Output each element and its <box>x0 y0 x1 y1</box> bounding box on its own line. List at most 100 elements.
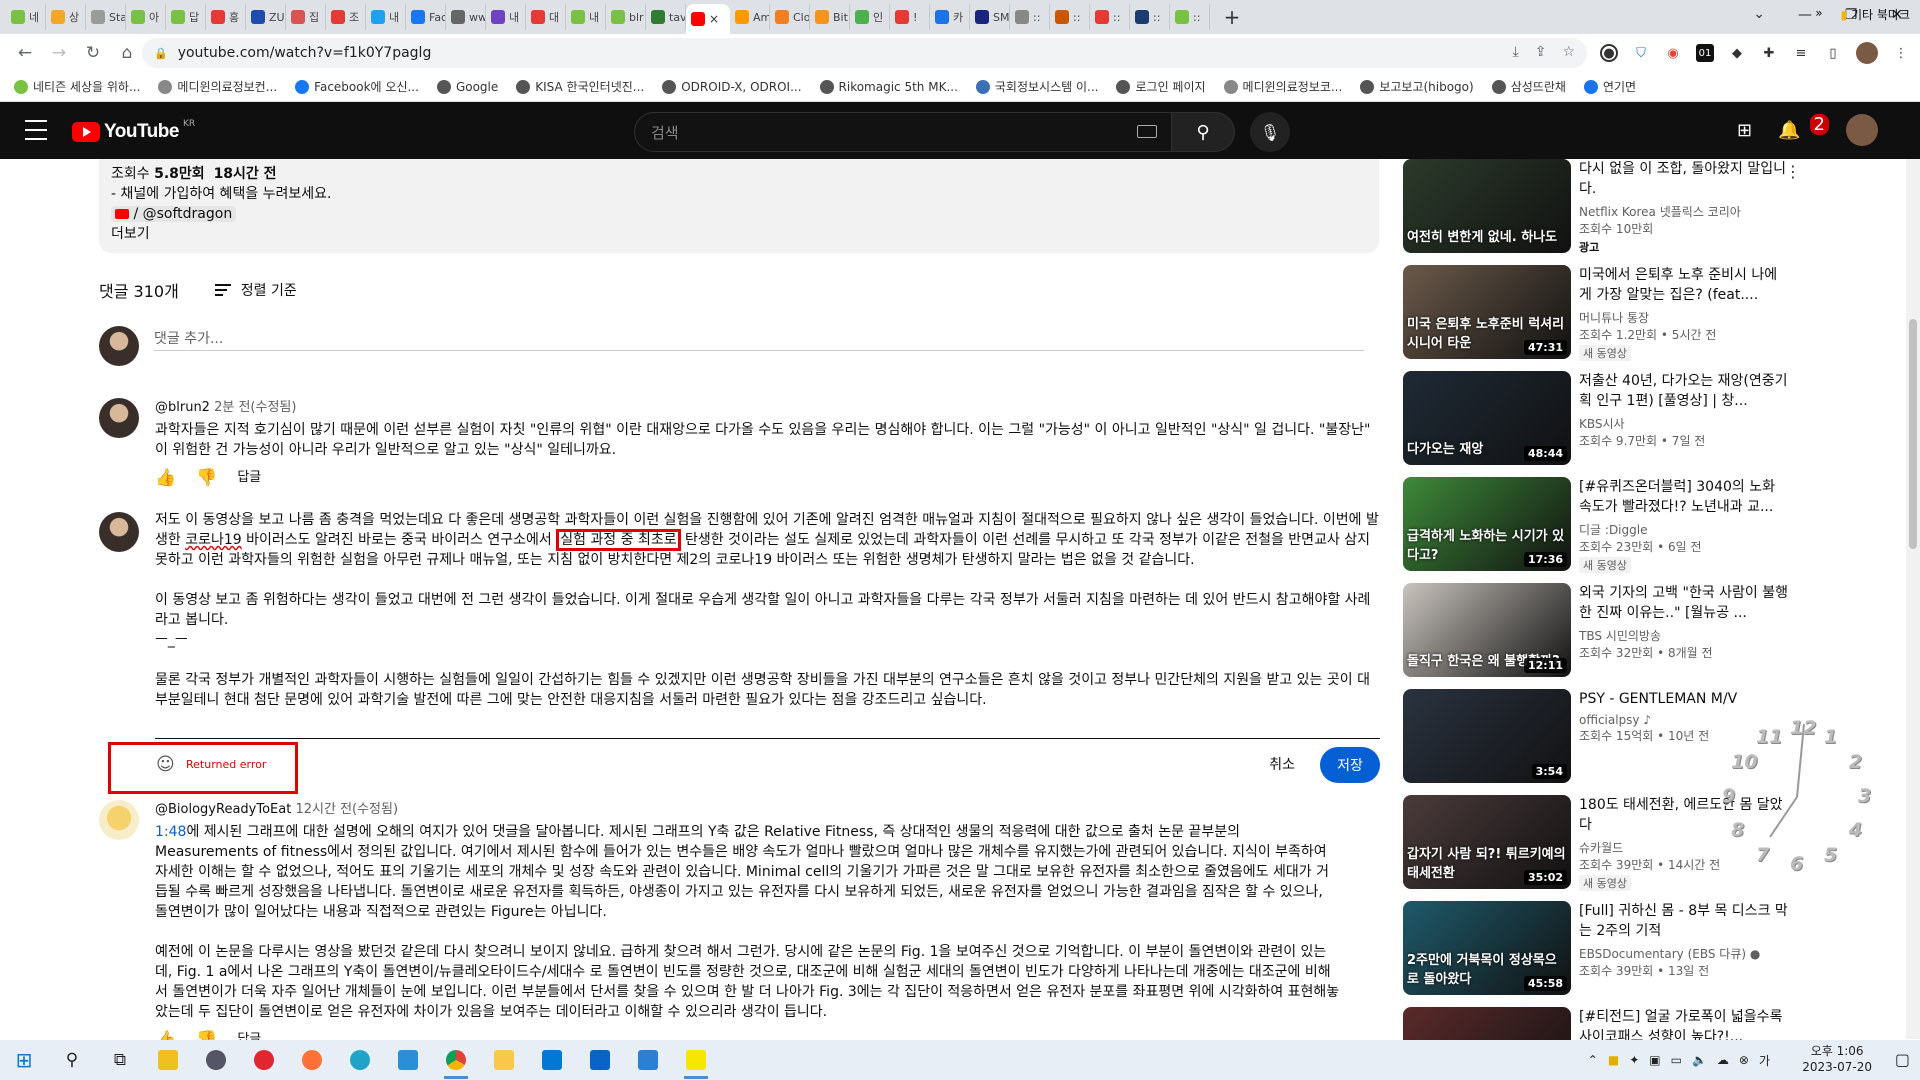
browser-tab[interactable]: tav <box>646 4 686 30</box>
browser-tab[interactable]: blr <box>606 4 646 30</box>
edge-icon[interactable] <box>336 1040 384 1080</box>
comment-time[interactable]: 12시간 전(수정됨) <box>295 802 398 817</box>
video-thumbnail[interactable]: 급격하게 노화하는 시기가 있다고? 17:36 <box>1403 477 1571 571</box>
chrome-icon[interactable] <box>432 1040 480 1080</box>
comment-time[interactable]: 2분 전(수정됨) <box>214 400 296 415</box>
video-thumbnail[interactable]: 3:54 <box>1403 689 1571 783</box>
extension-icon[interactable]: ◆ <box>1728 44 1746 62</box>
bookmark-item[interactable]: 국회정보시스템 이... <box>975 78 1098 95</box>
bookmark-item[interactable]: 보고보고(hibogo) <box>1360 78 1474 95</box>
comment-author-avatar[interactable] <box>99 398 139 438</box>
bookmark-item[interactable]: 네티즌 세상을 위하... <box>14 78 140 95</box>
mail-icon[interactable] <box>624 1040 672 1080</box>
related-video[interactable]: 돌직구 한국은 왜 불행할까? 12:11 외국 기자의 고백 "한국 사람이 불행… <box>1403 583 1803 679</box>
bookmark-item[interactable]: KISA 한국인터넷진... <box>516 78 644 95</box>
sort-button[interactable]: 정렬 기준 <box>214 280 297 300</box>
browser-tab[interactable]: 조 <box>326 4 366 30</box>
tray-app-icon[interactable]: ⊗ <box>1739 1053 1749 1067</box>
tray-app-icon[interactable]: ▣ <box>1649 1053 1660 1067</box>
puzzle-icon[interactable]: ✚ <box>1760 44 1778 62</box>
comment-author[interactable]: @blrun2 <box>155 400 210 415</box>
video-description[interactable]: 조회수 5.8만회 18시간 전 - 채널에 가입하여 혜택을 누려보세요. /… <box>99 159 1379 253</box>
extension-icon[interactable]: ◉ <box>1664 44 1682 62</box>
browser-tab[interactable]: :: <box>1130 4 1170 30</box>
forward-icon[interactable]: → <box>44 38 74 68</box>
bookmark-item[interactable]: Facebook에 오신... <box>295 78 419 95</box>
browser-tab[interactable]: Fac <box>406 4 446 30</box>
browser-tab[interactable]: :: <box>1010 4 1050 30</box>
kakaotalk-icon[interactable] <box>672 1040 720 1080</box>
file-explorer-icon[interactable] <box>480 1040 528 1080</box>
comment-edit-textarea[interactable]: 저도 이 동영상을 보고 나름 좀 충격을 먹었는데요 다 좋은데 생명공학 과… <box>155 510 1380 738</box>
app-icon[interactable] <box>192 1040 240 1080</box>
notification-center-icon[interactable]: ▢ <box>1895 1050 1910 1069</box>
account-avatar[interactable] <box>1846 114 1878 146</box>
browser-tab[interactable]: 아 <box>126 4 166 30</box>
video-thumbnail[interactable]: 여전히 변한게 없네. 하나도 <box>1403 159 1571 253</box>
windows-start-icon[interactable]: ⊞ <box>0 1040 48 1080</box>
browser-tab[interactable]: ! <box>890 4 930 30</box>
bookmarks-more-button[interactable]: » <box>1815 6 1822 23</box>
tray-chevron-icon[interactable]: ⌃ <box>1588 1053 1598 1067</box>
browser-tab[interactable]: 카 <box>930 4 970 30</box>
home-icon[interactable]: ⌂ <box>112 38 142 68</box>
bookmark-item[interactable]: Google <box>436 79 498 94</box>
search-button[interactable]: ⚲ <box>1171 112 1235 152</box>
video-title[interactable]: 외국 기자의 고백 "한국 사람이 불행한 진짜 이유는.." [월뉴공 ... <box>1579 583 1789 623</box>
bookmark-item[interactable]: 로그인 페이지 <box>1116 78 1206 95</box>
profile-avatar[interactable] <box>1856 42 1878 64</box>
bookmark-item[interactable]: ODROID-X, ODROI... <box>662 79 802 94</box>
opera-icon[interactable] <box>240 1040 288 1080</box>
video-channel[interactable]: Netflix Korea 넷플릭스 코리아 <box>1579 203 1789 220</box>
outlook-icon[interactable] <box>576 1040 624 1080</box>
video-thumbnail[interactable]: 다가오는 재앙 48:44 <box>1403 371 1571 465</box>
search-icon[interactable]: ⚲ <box>48 1040 96 1080</box>
emoji-icon[interactable]: ☺ <box>156 754 175 775</box>
youtube-logo[interactable]: YouTube KR <box>72 119 195 143</box>
browser-tab[interactable]: Sta <box>86 4 126 30</box>
ad-menu-icon[interactable]: ⋮ <box>1785 162 1902 181</box>
onedrive-icon[interactable]: ☁ <box>1717 1053 1729 1067</box>
save-button[interactable]: 저장 <box>1320 747 1380 783</box>
hamburger-menu-icon[interactable] <box>25 120 47 140</box>
dislike-icon[interactable]: 👎 <box>196 468 217 488</box>
video-channel[interactable]: 디글 :Diggle <box>1579 521 1789 538</box>
task-view-icon[interactable]: ⧉ <box>96 1040 144 1080</box>
browser-tab[interactable]: Bit <box>810 4 850 30</box>
browser-tab[interactable]: 내 <box>486 4 526 30</box>
browser-tab[interactable]: 네 <box>6 4 46 30</box>
new-tab-button[interactable]: + <box>1220 5 1244 29</box>
voice-search-button[interactable]: 🎙 <box>1250 112 1290 152</box>
tray-app-icon[interactable]: ✦ <box>1629 1053 1639 1067</box>
reload-icon[interactable]: ↻ <box>78 38 108 68</box>
tray-app-icon[interactable]: ■ <box>1608 1053 1619 1067</box>
keyboard-icon[interactable] <box>1137 125 1157 138</box>
browser-tab[interactable]: 인 <box>850 4 890 30</box>
volume-icon[interactable]: 🔈 <box>1692 1053 1707 1067</box>
video-title[interactable]: 미국에서 은퇴후 노후 준비시 나에게 가장 알맞는 집은? (feat.... <box>1579 265 1789 305</box>
notifications-bell-icon[interactable]: 🔔 2 <box>1778 113 1829 141</box>
related-video[interactable]: 여전히 변한게 없네. 하나도 다시 없을 이 조합, 돌아왔지 말입니다. Net… <box>1403 159 1803 255</box>
video-title[interactable]: [Full] 귀하신 몸 - 8부 목 디스크 막는 2주의 기적 <box>1579 901 1789 941</box>
page-scrollbar[interactable] <box>1906 159 1920 1039</box>
video-thumbnail[interactable]: 돌직구 한국은 왜 불행할까? 12:11 <box>1403 583 1571 677</box>
timestamp-link[interactable]: 1:48 <box>155 824 186 840</box>
browser-tab[interactable]: 대 <box>526 4 566 30</box>
related-video[interactable]: 다가오는 재앙 48:44 저출산 40년, 다가오는 재앙(연중기획 인구 1편)… <box>1403 371 1803 467</box>
browser-tab[interactable]: ZU <box>246 4 286 30</box>
extension-icon[interactable]: 01 <box>1696 44 1714 62</box>
browser-tab[interactable]: ww <box>446 4 486 30</box>
browser-tab[interactable]: Clo <box>770 4 810 30</box>
tab-close-icon[interactable]: × <box>709 12 719 26</box>
show-more-link[interactable]: 더보기 <box>111 224 1367 244</box>
ime-icon[interactable]: 가 <box>1759 1052 1770 1069</box>
video-channel[interactable]: 머니튜나 통장 <box>1579 309 1789 326</box>
address-bar[interactable]: 🔒 youtube.com/watch?v=f1k0Y7paglg ⤓ ⇪ ☆ <box>142 38 1587 68</box>
back-icon[interactable]: ← <box>10 38 40 68</box>
bookmark-star-icon[interactable]: ☆ <box>1562 44 1575 60</box>
browser-tab[interactable]: 답 <box>166 4 206 30</box>
bookmark-item[interactable]: 삼성뜨란채 <box>1491 78 1566 95</box>
tab-search-icon[interactable]: ⌄ <box>1753 6 1765 22</box>
taskbar-clock[interactable]: 오후 1:06 2023-07-20 <box>1802 1043 1872 1075</box>
store-icon[interactable] <box>528 1040 576 1080</box>
